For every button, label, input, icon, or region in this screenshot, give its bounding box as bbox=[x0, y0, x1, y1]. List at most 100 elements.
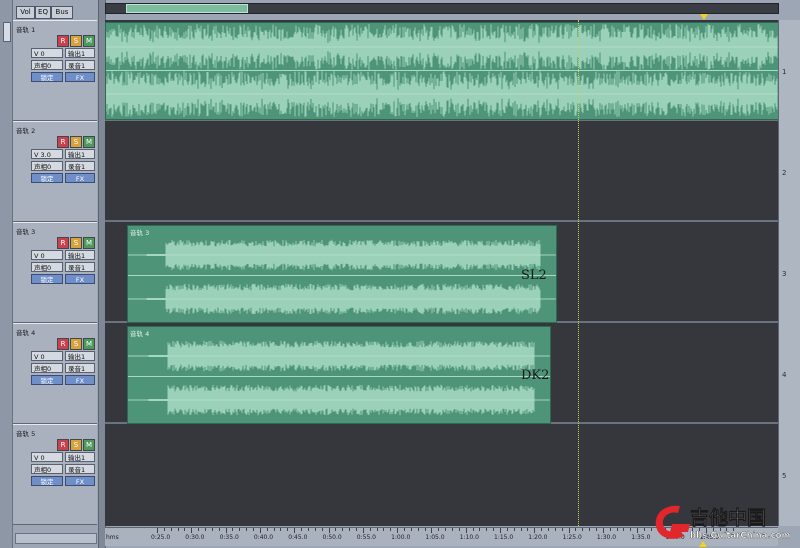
audio-clip-3[interactable]: 音轨 3 bbox=[127, 225, 557, 323]
ruler-tick-label: 0:50.0 bbox=[322, 534, 342, 541]
lock-button[interactable]: 锁定 bbox=[31, 375, 63, 385]
lock-button[interactable]: 锁定 bbox=[31, 72, 63, 82]
track-number: 2 bbox=[782, 169, 787, 177]
volume-field[interactable]: V 0 bbox=[31, 250, 63, 260]
track-lanes[interactable]: 音轨 3 SL2 音轨 4 DK2 bbox=[105, 20, 779, 526]
solo-button[interactable]: S bbox=[70, 338, 82, 350]
ruler-minor-tick bbox=[376, 528, 378, 531]
header-scrollbar[interactable] bbox=[15, 533, 97, 544]
watermark-brand: 吉他中国 bbox=[690, 506, 766, 529]
fx-button[interactable]: FX bbox=[65, 476, 95, 486]
ruler-minor-tick bbox=[335, 528, 337, 531]
ruler-major-tick bbox=[362, 528, 364, 533]
output-select[interactable]: 输出1 bbox=[65, 351, 95, 361]
mute-button[interactable]: M bbox=[83, 338, 95, 350]
lane-3[interactable]: 音轨 3 SL2 bbox=[105, 222, 778, 323]
left-scroll-strip[interactable] bbox=[0, 0, 13, 548]
ruler-minor-tick bbox=[609, 528, 611, 531]
record-input-select[interactable]: 录音1 bbox=[65, 161, 95, 171]
ruler-tick-label: 1:00.0 bbox=[391, 534, 411, 541]
mute-button[interactable]: M bbox=[83, 439, 95, 451]
pan-field[interactable]: 声相0 bbox=[31, 464, 63, 474]
volume-field[interactable]: V 0 bbox=[31, 351, 63, 361]
record-button[interactable]: R bbox=[57, 338, 69, 350]
output-select[interactable]: 输出1 bbox=[65, 250, 95, 260]
ruler-major-tick bbox=[500, 528, 501, 533]
record-input-select[interactable]: 录音1 bbox=[65, 60, 95, 70]
mute-button[interactable]: M bbox=[83, 35, 95, 47]
ruler-major-tick bbox=[568, 528, 570, 533]
track-name: 音轨 3 bbox=[16, 228, 36, 236]
record-button[interactable]: R bbox=[57, 237, 69, 249]
fx-button[interactable]: FX bbox=[65, 274, 95, 284]
ruler-minor-tick bbox=[287, 528, 289, 531]
ruler-tick-label: 0:30.0 bbox=[185, 534, 205, 541]
audio-clip-4[interactable]: 音轨 4 bbox=[127, 326, 551, 424]
lock-button[interactable]: 锁定 bbox=[31, 476, 63, 486]
pan-field[interactable]: 声相0 bbox=[31, 363, 63, 373]
waveform-left bbox=[128, 340, 550, 372]
lane-4[interactable]: 音轨 4 DK2 bbox=[105, 323, 778, 424]
output-select[interactable]: 输出1 bbox=[65, 48, 95, 58]
ruler-tick-label: 1:05.0 bbox=[425, 534, 445, 541]
bus-mode-button[interactable]: Bus bbox=[51, 6, 73, 19]
mute-button[interactable]: M bbox=[83, 237, 95, 249]
lock-button[interactable]: 锁定 bbox=[31, 274, 63, 284]
solo-button[interactable]: S bbox=[70, 439, 82, 451]
record-input-select[interactable]: 录音1 bbox=[65, 363, 95, 373]
playhead-line[interactable] bbox=[578, 20, 580, 526]
track-number: 5 bbox=[782, 472, 787, 480]
output-select[interactable]: 输出1 bbox=[65, 149, 95, 159]
vol-mode-button[interactable]: Vol bbox=[16, 6, 35, 19]
track-header-1[interactable]: 音轨 1 R S M V 0 输出1 声相0 录音1 锁定 FX bbox=[13, 20, 97, 121]
pan-field[interactable]: 声相0 bbox=[31, 161, 63, 171]
ruler-major-tick bbox=[431, 528, 433, 533]
fx-button[interactable]: FX bbox=[65, 173, 95, 183]
record-input-select[interactable]: 录音1 bbox=[65, 262, 95, 272]
ruler-minor-tick bbox=[280, 528, 282, 531]
track-number: 4 bbox=[782, 371, 787, 379]
record-input-select[interactable]: 录音1 bbox=[65, 464, 95, 474]
ruler-minor-tick bbox=[596, 528, 598, 531]
track-name: 音轨 1 bbox=[16, 26, 36, 34]
track-header-2[interactable]: 音轨 2 R S M V 3.0 输出1 声相0 录音1 锁定 FX bbox=[13, 121, 97, 222]
mute-button[interactable]: M bbox=[83, 136, 95, 148]
record-button[interactable]: R bbox=[57, 439, 69, 451]
ruler-unit-label: hms bbox=[106, 534, 119, 541]
ruler-minor-tick bbox=[273, 528, 275, 531]
ruler-minor-tick bbox=[527, 528, 529, 531]
ruler-minor-tick bbox=[506, 528, 508, 531]
audio-clip-1[interactable] bbox=[105, 22, 779, 120]
ruler-minor-tick bbox=[630, 528, 632, 531]
track-header-5[interactable]: 音轨 5 R S M V 0 输出1 声相0 录音1 锁定 FX bbox=[13, 424, 97, 525]
volume-field[interactable]: V 3.0 bbox=[31, 149, 63, 159]
fx-button[interactable]: FX bbox=[65, 72, 95, 82]
volume-field[interactable]: V 0 bbox=[31, 48, 63, 58]
eq-mode-button[interactable]: EQ bbox=[35, 6, 51, 19]
lane-1[interactable] bbox=[105, 20, 779, 121]
left-scroll-thumb[interactable] bbox=[3, 22, 11, 42]
lane-2[interactable] bbox=[105, 121, 778, 222]
ruler-major-tick bbox=[534, 528, 536, 533]
solo-button[interactable]: S bbox=[70, 35, 82, 47]
clip-annotation: SL2 bbox=[521, 268, 547, 283]
ruler-minor-tick bbox=[307, 528, 309, 531]
pan-field[interactable]: 声相0 bbox=[31, 60, 63, 70]
track-header-4[interactable]: 音轨 4 R S M V 0 输出1 声相0 录音1 锁定 FX bbox=[13, 323, 97, 424]
record-button[interactable]: R bbox=[57, 35, 69, 47]
output-select[interactable]: 输出1 bbox=[65, 452, 95, 462]
fx-button[interactable]: FX bbox=[65, 375, 95, 385]
lock-button[interactable]: 锁定 bbox=[31, 173, 63, 183]
track-number: 1 bbox=[782, 68, 787, 76]
record-button[interactable]: R bbox=[57, 136, 69, 148]
ruler-tick-label: 1:20.0 bbox=[528, 534, 548, 541]
overview-view-range[interactable] bbox=[126, 4, 248, 13]
pan-field[interactable]: 声相0 bbox=[31, 262, 63, 272]
volume-field[interactable]: V 0 bbox=[31, 452, 63, 462]
solo-button[interactable]: S bbox=[70, 237, 82, 249]
ruler-major-tick bbox=[294, 528, 296, 533]
ruler-minor-tick bbox=[369, 528, 371, 531]
solo-button[interactable]: S bbox=[70, 136, 82, 148]
ruler-minor-tick bbox=[301, 528, 303, 531]
track-header-3[interactable]: 音轨 3 R S M V 0 输出1 声相0 录音1 锁定 FX bbox=[13, 222, 97, 323]
